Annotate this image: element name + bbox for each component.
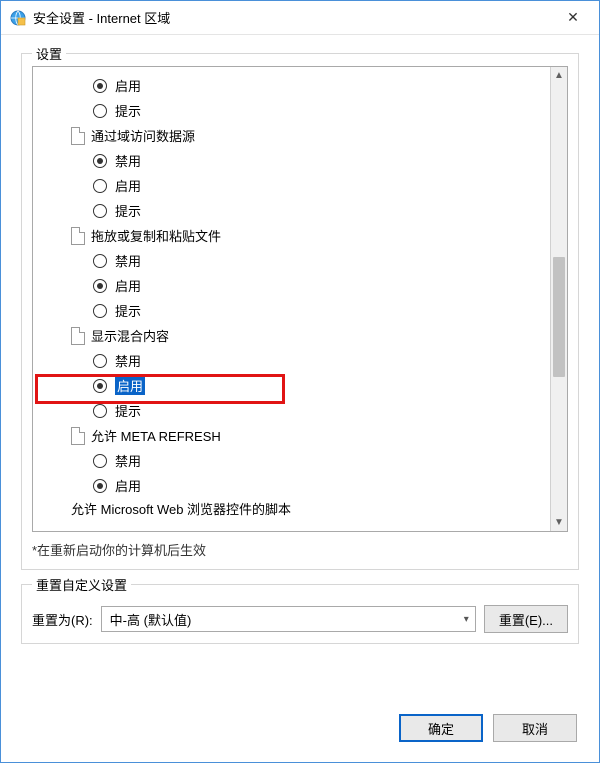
radio-label: 启用 bbox=[115, 276, 141, 295]
radio-icon bbox=[93, 204, 107, 218]
category-label: 允许 META REFRESH bbox=[91, 426, 221, 445]
radio-option[interactable]: 提示 bbox=[37, 98, 563, 123]
scroll-thumb[interactable] bbox=[553, 257, 565, 377]
settings-list[interactable]: 启用 提示 通过域访问数据源 禁用 bbox=[32, 66, 568, 532]
category-row: 通过域访问数据源 bbox=[37, 123, 563, 148]
dialog-footer: 确定 取消 bbox=[1, 700, 599, 762]
file-icon bbox=[71, 327, 85, 345]
category-label: 通过域访问数据源 bbox=[91, 126, 195, 145]
radio-label: 提示 bbox=[115, 301, 141, 320]
radio-icon bbox=[93, 454, 107, 468]
settings-group: 设置 启用 提示 通过域访问数据源 bbox=[21, 53, 579, 570]
reset-group-label: 重置自定义设置 bbox=[32, 575, 131, 594]
radio-option[interactable]: 禁用 bbox=[37, 348, 563, 373]
restart-note: *在重新启动你的计算机后生效 bbox=[32, 540, 568, 559]
radio-icon bbox=[93, 354, 107, 368]
radio-label: 提示 bbox=[115, 101, 141, 120]
radio-option[interactable]: 禁用 bbox=[37, 248, 563, 273]
radio-icon bbox=[93, 404, 107, 418]
radio-option[interactable]: 提示 bbox=[37, 298, 563, 323]
reset-to-label: 重置为(R): bbox=[32, 610, 93, 629]
radio-icon bbox=[93, 279, 107, 293]
reset-group: 重置自定义设置 重置为(R): 中-高 (默认值) ▾ 重置(E)... bbox=[21, 584, 579, 644]
radio-label: 禁用 bbox=[115, 351, 141, 370]
radio-label: 禁用 bbox=[115, 151, 141, 170]
category-label: 显示混合内容 bbox=[91, 326, 169, 345]
category-row: 允许 META REFRESH bbox=[37, 423, 563, 448]
close-button[interactable]: ✕ bbox=[553, 4, 593, 32]
category-label: 允许 Microsoft Web 浏览器控件的脚本 bbox=[71, 499, 291, 518]
radio-option-highlighted[interactable]: 启用 bbox=[37, 373, 563, 398]
radio-option[interactable]: 禁用 bbox=[37, 448, 563, 473]
radio-label: 提示 bbox=[115, 401, 141, 420]
chevron-down-icon: ▾ bbox=[464, 614, 469, 625]
combo-value: 中-高 (默认值) bbox=[110, 610, 192, 629]
radio-label: 禁用 bbox=[115, 451, 141, 470]
cancel-button[interactable]: 取消 bbox=[493, 714, 577, 742]
radio-label: 启用 bbox=[115, 76, 141, 95]
radio-option[interactable]: 启用 bbox=[37, 273, 563, 298]
file-icon bbox=[71, 227, 85, 245]
radio-label: 提示 bbox=[115, 201, 141, 220]
radio-option[interactable]: 提示 bbox=[37, 198, 563, 223]
radio-option[interactable]: 启用 bbox=[37, 473, 563, 498]
scrollbar[interactable]: ▲ ▼ bbox=[550, 67, 567, 531]
radio-option[interactable]: 启用 bbox=[37, 73, 563, 98]
radio-label: 启用 bbox=[115, 376, 145, 395]
radio-label: 启用 bbox=[115, 476, 141, 495]
file-icon bbox=[71, 427, 85, 445]
radio-icon bbox=[93, 379, 107, 393]
file-icon bbox=[71, 127, 85, 145]
scroll-down-icon[interactable]: ▼ bbox=[551, 514, 567, 531]
radio-icon bbox=[93, 179, 107, 193]
globe-icon bbox=[9, 9, 27, 27]
radio-label: 禁用 bbox=[115, 251, 141, 270]
reset-combobox[interactable]: 中-高 (默认值) ▾ bbox=[101, 606, 476, 632]
radio-option[interactable]: 禁用 bbox=[37, 148, 563, 173]
category-label: 拖放或复制和粘贴文件 bbox=[91, 226, 221, 245]
category-row: 拖放或复制和粘贴文件 bbox=[37, 223, 563, 248]
scroll-up-icon[interactable]: ▲ bbox=[551, 67, 567, 84]
radio-icon bbox=[93, 479, 107, 493]
category-row: 显示混合内容 bbox=[37, 323, 563, 348]
radio-icon bbox=[93, 254, 107, 268]
radio-icon bbox=[93, 154, 107, 168]
radio-icon bbox=[93, 79, 107, 93]
radio-label: 启用 bbox=[115, 176, 141, 195]
radio-icon bbox=[93, 104, 107, 118]
radio-option[interactable]: 启用 bbox=[37, 173, 563, 198]
category-row-truncated: 允许 Microsoft Web 浏览器控件的脚本 bbox=[37, 498, 563, 518]
window-title: 安全设置 - Internet 区域 bbox=[33, 8, 553, 27]
reset-button[interactable]: 重置(E)... bbox=[484, 605, 568, 633]
ok-button[interactable]: 确定 bbox=[399, 714, 483, 742]
radio-option[interactable]: 提示 bbox=[37, 398, 563, 423]
dialog-window: 安全设置 - Internet 区域 ✕ 设置 启用 提示 bbox=[0, 0, 600, 763]
radio-icon bbox=[93, 304, 107, 318]
titlebar: 安全设置 - Internet 区域 ✕ bbox=[1, 1, 599, 35]
settings-group-label: 设置 bbox=[32, 44, 66, 63]
